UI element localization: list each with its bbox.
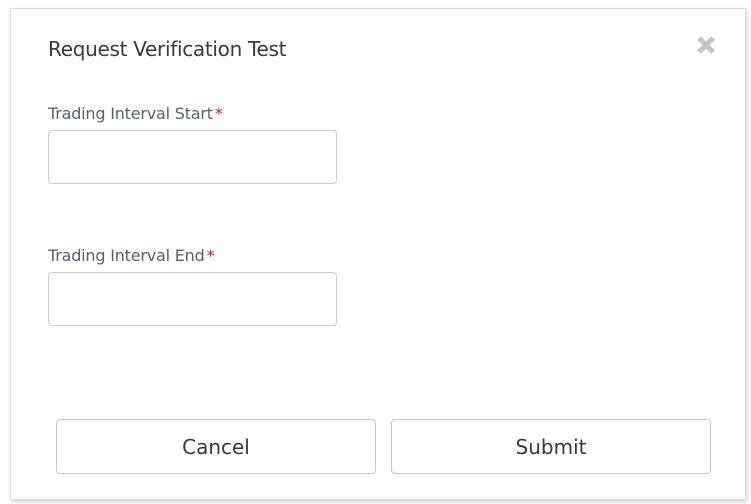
close-icon[interactable]	[695, 34, 717, 56]
trading-interval-start-input[interactable]	[48, 130, 337, 184]
trading-interval-end-label: Trading Interval End *	[48, 246, 215, 265]
trading-interval-start-label: Trading Interval Start *	[48, 104, 223, 123]
required-marker: *	[206, 246, 215, 265]
trading-interval-end-label-text: Trading Interval End	[48, 246, 205, 265]
required-marker: *	[214, 104, 223, 123]
trading-interval-end-input[interactable]	[48, 272, 337, 326]
cancel-button[interactable]: Cancel	[56, 419, 376, 474]
submit-button[interactable]: Submit	[391, 419, 711, 474]
trading-interval-start-label-text: Trading Interval Start	[48, 104, 213, 123]
dialog-title: Request Verification Test	[48, 37, 287, 61]
request-verification-dialog: Request Verification Test Trading Interv…	[10, 8, 746, 500]
